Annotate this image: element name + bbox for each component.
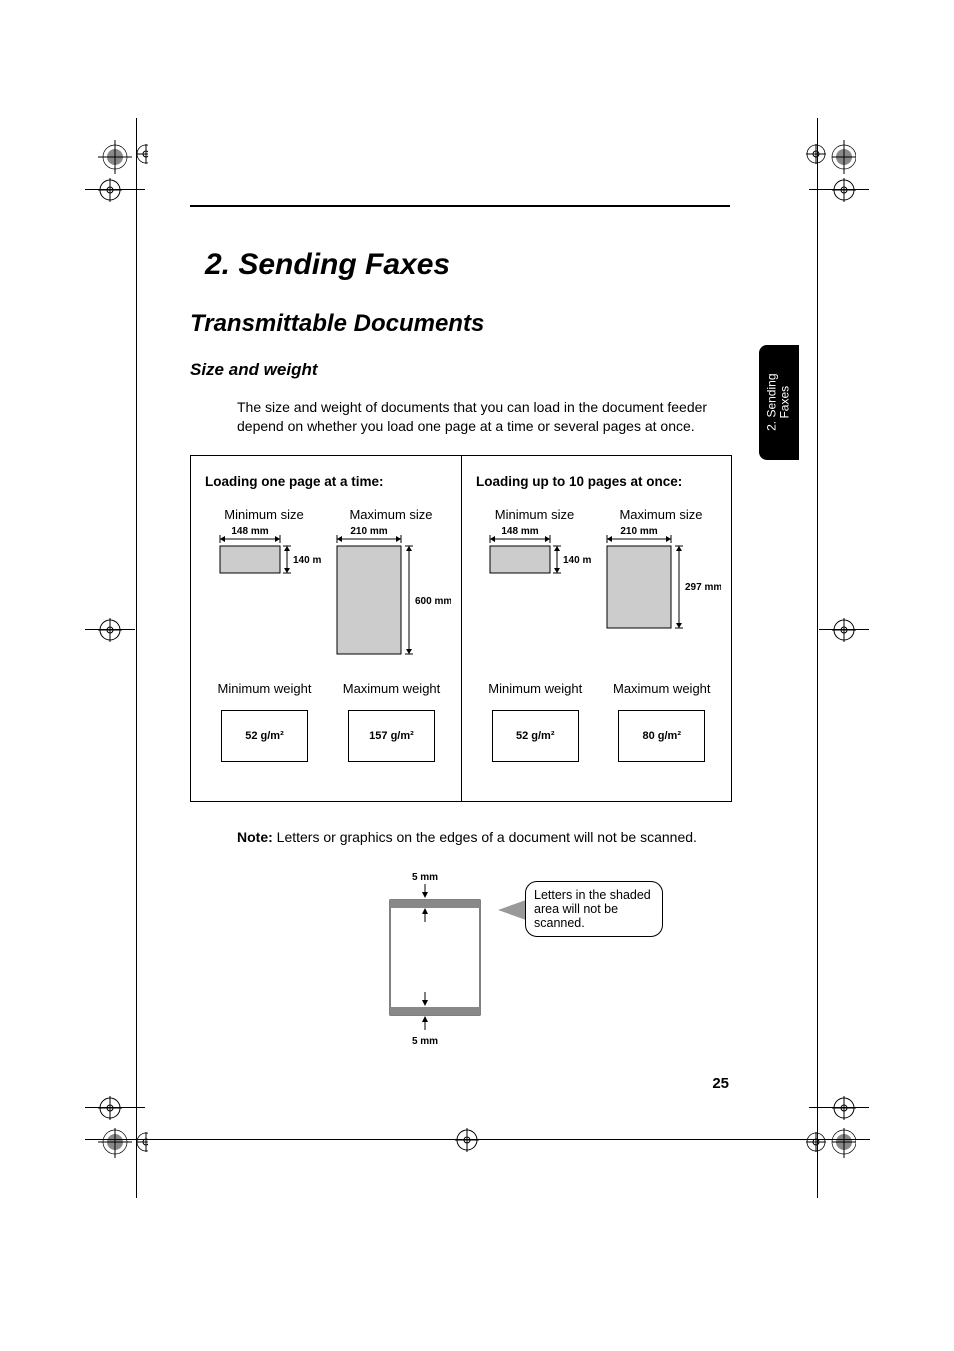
min-w: 148 mm	[231, 526, 268, 537]
panel-multi-page: Loading up to 10 pages at once: Minimum …	[461, 456, 731, 801]
min-weight-one: 52 g/m²	[245, 730, 284, 742]
crop-line	[136, 118, 137, 1198]
page: 2. Sending Faxes Transmittable Documents…	[0, 0, 954, 1351]
min-h-multi: 140 mm	[563, 555, 592, 566]
crosshair-left-mid	[98, 618, 122, 642]
chapter-title: 2. Sending Faxes	[205, 248, 450, 282]
max-w-one: 210 mm	[350, 526, 387, 537]
max-weight-multi: 80 g/m²	[642, 730, 681, 742]
min-size-diagram-multi: 148 mm 140 mm	[477, 526, 592, 596]
min-size-label: Minimum size	[205, 507, 323, 522]
max-w-multi: 210 mm	[620, 526, 657, 537]
crop-line	[809, 1107, 869, 1108]
note: Note: Letters or graphics on the edges o…	[237, 829, 717, 845]
scan-margin-svg: 5 mm 5 mm	[370, 868, 530, 1058]
subsection-title: Size and weight	[190, 360, 318, 380]
max-weight-label-multi: Maximum weight	[603, 681, 722, 696]
min-weight-multi: 52 g/m²	[516, 730, 555, 742]
panel-one-title: Loading one page at a time:	[205, 474, 451, 489]
max-h-one: 600 mm	[415, 596, 451, 607]
size-weight-panels: Loading one page at a time: Minimum size…	[190, 455, 732, 802]
body-text: The size and weight of documents that yo…	[237, 398, 717, 436]
crosshair-right-lower	[832, 1096, 856, 1120]
crop-line	[85, 189, 145, 190]
max-weight-box: 157 g/m²	[348, 710, 435, 762]
max-size-diagram-one: 210 mm 600 mm	[331, 526, 451, 666]
crop-line	[817, 118, 818, 1198]
min-h: 140 mm	[293, 555, 322, 566]
crosshair-right-mid	[832, 618, 856, 642]
max-h-multi: 297 mm	[685, 582, 721, 593]
max-size-label: Maximum size	[331, 507, 451, 522]
crosshair-left-upper	[98, 178, 122, 202]
margin-top-label: 5 mm	[412, 872, 438, 883]
crosshair-bottom-mid	[455, 1128, 479, 1152]
section-title: Transmittable Documents	[190, 310, 484, 338]
crop-line	[85, 629, 135, 630]
max-weight-one: 157 g/m²	[369, 730, 414, 742]
crop-line	[85, 1107, 145, 1108]
note-text: Letters or graphics on the edges of a do…	[273, 829, 697, 845]
panel-one-page: Loading one page at a time: Minimum size…	[191, 456, 461, 801]
crop-line	[809, 189, 869, 190]
max-size-diagram-multi: 210 mm 297 mm	[601, 526, 721, 646]
callout-arrow-icon	[498, 900, 526, 920]
max-size-label-multi: Maximum size	[601, 507, 721, 522]
min-size-diagram: 148 mm 140 mm	[207, 526, 322, 596]
callout: Letters in the shaded area will not be s…	[525, 881, 663, 937]
min-size-label-multi: Minimum size	[476, 507, 593, 522]
sidetab-line2: Faxes	[778, 386, 792, 419]
max-weight-box-multi: 80 g/m²	[618, 710, 705, 762]
page-number: 25	[712, 1075, 729, 1092]
margin-bottom-label: 5 mm	[412, 1036, 438, 1047]
min-weight-label: Minimum weight	[205, 681, 324, 696]
max-weight-label: Maximum weight	[332, 681, 451, 696]
crop-line	[819, 629, 869, 630]
min-weight-label-multi: Minimum weight	[476, 681, 595, 696]
header-rule	[190, 205, 730, 207]
side-tab: 2. Sending Faxes	[759, 345, 799, 460]
crosshair-left-lower	[98, 1096, 122, 1120]
scan-margin-diagram: 5 mm 5 mm Letters in the shaded area wil…	[370, 868, 660, 1058]
min-weight-box-multi: 52 g/m²	[492, 710, 579, 762]
crop-line	[85, 1139, 870, 1140]
panel-multi-title: Loading up to 10 pages at once:	[476, 474, 721, 489]
min-weight-box: 52 g/m²	[221, 710, 308, 762]
crosshair-right-upper	[832, 178, 856, 202]
note-label: Note:	[237, 829, 273, 845]
min-w-multi: 148 mm	[501, 526, 538, 537]
